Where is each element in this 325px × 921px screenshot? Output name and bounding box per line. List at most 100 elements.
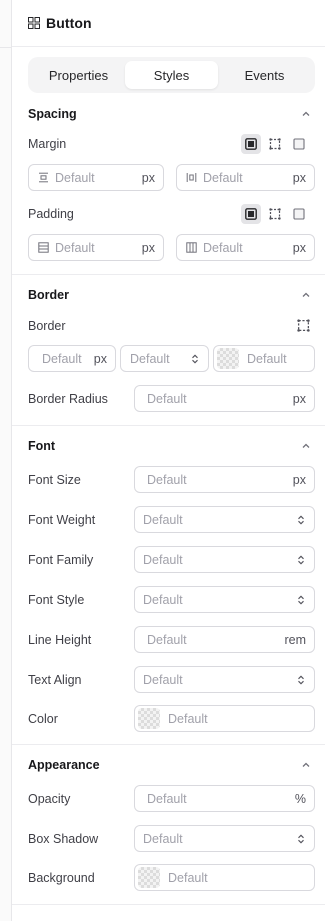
chevron-up-icon[interactable] — [301, 441, 311, 451]
page-title: Button — [46, 15, 92, 31]
padding-label: Padding — [28, 207, 74, 221]
appearance-title: Appearance — [28, 758, 100, 772]
font-title: Font — [28, 439, 56, 453]
individual-sides-button[interactable] — [265, 134, 285, 154]
border-style-select[interactable]: Default — [120, 345, 209, 372]
tab-events[interactable]: Events — [218, 61, 311, 89]
border-style-value: Default — [130, 351, 170, 366]
margin-vertical-unit: px — [141, 170, 155, 185]
tab-properties[interactable]: Properties — [32, 61, 125, 89]
border-radius-placeholder: Default — [147, 391, 187, 406]
background-placeholder: Default — [168, 870, 208, 885]
border-section: Border Border Default px Default Default… — [12, 275, 325, 426]
tab-styles[interactable]: Styles — [125, 61, 218, 89]
color-label: Color — [28, 712, 58, 726]
square-dashed-icon — [269, 208, 281, 220]
border-radius-input[interactable]: Default px — [134, 385, 315, 412]
background-label: Background — [28, 871, 95, 885]
margin-horizontal-input[interactable]: Default px — [176, 164, 315, 191]
font-style-label: Font Style — [28, 593, 85, 607]
color-swatch[interactable] — [217, 348, 239, 369]
padding-horizontal-icon — [186, 242, 197, 253]
chevron-up-down-icon — [192, 354, 198, 364]
font-color-placeholder: Default — [168, 711, 208, 726]
margin-mode-toggle — [241, 134, 309, 154]
font-style-select[interactable]: Default — [134, 586, 315, 613]
appearance-section: Appearance Opacity Default % Box Shadow … — [12, 745, 325, 905]
tab-bar: Properties Styles Events — [28, 57, 315, 93]
custom-sides-button[interactable] — [289, 204, 309, 224]
border-sides-icon[interactable] — [297, 319, 310, 332]
opacity-placeholder: Default — [147, 791, 187, 806]
color-swatch[interactable] — [138, 708, 160, 729]
box-shadow-value: Default — [143, 831, 183, 846]
padding-horizontal-unit: px — [292, 240, 306, 255]
border-color-input[interactable]: Default — [213, 345, 315, 372]
opacity-unit: % — [294, 791, 306, 806]
font-size-input[interactable]: Default px — [134, 466, 315, 493]
chevron-up-icon[interactable] — [301, 109, 311, 119]
canvas-edge — [0, 0, 12, 921]
all-sides-button[interactable] — [241, 204, 261, 224]
opacity-label: Opacity — [28, 792, 71, 806]
font-weight-value: Default — [143, 512, 183, 527]
font-family-select[interactable]: Default — [134, 546, 315, 573]
font-color-input[interactable]: Default — [134, 705, 315, 732]
horizontal-spacing-icon — [186, 173, 197, 182]
margin-horizontal-placeholder: Default — [203, 170, 243, 185]
background-color-input[interactable]: Default — [134, 864, 315, 891]
padding-vertical-icon — [38, 242, 49, 253]
square-solid-icon — [245, 208, 257, 220]
border-width-unit: px — [93, 351, 107, 366]
font-family-label: Font Family — [28, 553, 94, 567]
box-shadow-label: Box Shadow — [28, 832, 99, 846]
text-align-label: Text Align — [28, 673, 82, 687]
font-style-value: Default — [143, 592, 183, 607]
vertical-spacing-icon — [39, 172, 48, 183]
custom-sides-button[interactable] — [289, 134, 309, 154]
individual-sides-button[interactable] — [265, 204, 285, 224]
chevron-up-icon[interactable] — [301, 760, 311, 770]
padding-vertical-input[interactable]: Default px — [28, 234, 164, 261]
spacing-title: Spacing — [28, 107, 77, 121]
border-label: Border — [28, 319, 66, 333]
border-radius-unit: px — [292, 391, 306, 406]
font-family-value: Default — [143, 552, 183, 567]
chevron-up-down-icon — [298, 834, 304, 844]
square-outline-icon — [293, 138, 305, 150]
square-solid-icon — [245, 138, 257, 150]
color-swatch[interactable] — [138, 867, 160, 888]
square-outline-icon — [293, 208, 305, 220]
chevron-up-down-icon — [298, 675, 304, 685]
margin-vertical-input[interactable]: Default px — [28, 164, 164, 191]
padding-vertical-placeholder: Default — [55, 240, 95, 255]
line-height-placeholder: Default — [147, 632, 187, 647]
font-section: Font Font Size Default px Font Weight De… — [12, 426, 325, 745]
component-icon — [28, 17, 40, 29]
border-radius-label: Border Radius — [28, 392, 108, 406]
chevron-up-down-icon — [298, 555, 304, 565]
font-size-unit: px — [292, 472, 306, 487]
margin-vertical-placeholder: Default — [55, 170, 95, 185]
opacity-input[interactable]: Default % — [134, 785, 315, 812]
line-height-label: Line Height — [28, 633, 92, 647]
border-width-input[interactable]: Default px — [28, 345, 116, 372]
margin-label: Margin — [28, 137, 67, 151]
padding-horizontal-input[interactable]: Default px — [176, 234, 315, 261]
style-inspector-panel: Button Properties Styles Events Spacing … — [12, 0, 325, 921]
font-weight-select[interactable]: Default — [134, 506, 315, 533]
font-size-label: Font Size — [28, 473, 81, 487]
chevron-up-icon[interactable] — [301, 290, 311, 300]
margin-horizontal-unit: px — [292, 170, 306, 185]
line-height-input[interactable]: Default rem — [134, 626, 315, 653]
padding-mode-toggle — [241, 204, 309, 224]
border-width-placeholder: Default — [42, 351, 82, 366]
line-height-unit: rem — [284, 632, 306, 647]
text-align-value: Default — [143, 672, 183, 687]
all-sides-button[interactable] — [241, 134, 261, 154]
text-align-select[interactable]: Default — [134, 666, 315, 693]
font-weight-label: Font Weight — [28, 513, 96, 527]
spacing-section: Spacing Margin Default px Default px Pad… — [12, 100, 325, 275]
padding-vertical-unit: px — [141, 240, 155, 255]
box-shadow-select[interactable]: Default — [134, 825, 315, 852]
